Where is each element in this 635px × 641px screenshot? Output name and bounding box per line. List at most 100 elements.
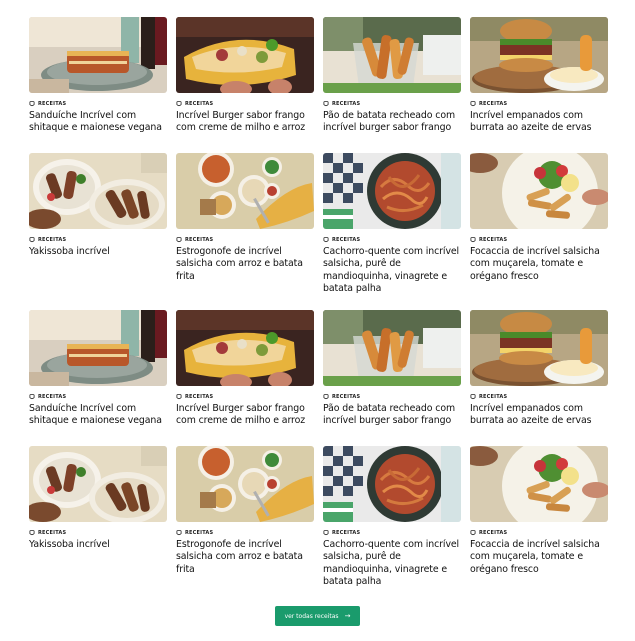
bookmark-tag-icon bbox=[323, 236, 329, 242]
recipe-category: RECEITAS bbox=[176, 99, 314, 108]
stroganoff-table-photo[interactable] bbox=[176, 153, 314, 229]
recipe-card[interactable]: RECEITAS Yakissoba incrível bbox=[29, 446, 167, 603]
potato-bread-photo[interactable] bbox=[323, 17, 461, 93]
bookmark-tag-icon bbox=[176, 236, 182, 242]
recipe-category-label: RECEITAS bbox=[332, 393, 361, 400]
recipe-category: RECEITAS bbox=[470, 99, 608, 108]
see-all-recipes-label: ver todas receitas bbox=[284, 612, 339, 620]
taco-photo[interactable] bbox=[176, 310, 314, 386]
recipe-card[interactable]: RECEITAS Cachorro-quente com incrível sal… bbox=[323, 153, 461, 310]
bookmark-tag-icon bbox=[176, 529, 182, 535]
footer: ver todas receitas → bbox=[0, 606, 635, 626]
bookmark-tag-icon bbox=[323, 529, 329, 535]
recipe-card[interactable]: RECEITAS Yakissoba incrível bbox=[29, 153, 167, 310]
recipe-category: RECEITAS bbox=[470, 392, 608, 401]
recipe-card[interactable]: RECEITAS Incrível empanados com burrata a… bbox=[470, 17, 608, 153]
burger-burrata-photo[interactable] bbox=[470, 310, 608, 386]
recipe-category: RECEITAS bbox=[323, 235, 461, 244]
recipe-category-label: RECEITAS bbox=[479, 529, 508, 536]
recipe-title[interactable]: Incrível Burger sabor frango com creme d… bbox=[176, 403, 314, 428]
recipe-category: RECEITAS bbox=[470, 528, 608, 537]
spaghetti-plate-photo[interactable] bbox=[323, 446, 461, 522]
recipe-title[interactable]: Pão de batata recheado com incrível burg… bbox=[323, 110, 461, 135]
recipe-card[interactable]: RECEITAS Cachorro-quente com incrível sal… bbox=[323, 446, 461, 603]
recipe-category: RECEITAS bbox=[176, 235, 314, 244]
recipe-category: RECEITAS bbox=[323, 528, 461, 537]
recipe-category: RECEITAS bbox=[323, 99, 461, 108]
recipe-title[interactable]: Yakissoba incrível bbox=[29, 246, 167, 258]
recipe-category: RECEITAS bbox=[29, 99, 167, 108]
recipe-category-label: RECEITAS bbox=[38, 393, 67, 400]
recipe-card[interactable]: RECEITAS Pão de batata recheado com incrí… bbox=[323, 310, 461, 446]
recipe-category-label: RECEITAS bbox=[332, 529, 361, 536]
bookmark-tag-icon bbox=[176, 100, 182, 106]
recipe-category-label: RECEITAS bbox=[332, 236, 361, 243]
recipe-category: RECEITAS bbox=[29, 235, 167, 244]
burger-burrata-photo[interactable] bbox=[470, 17, 608, 93]
recipe-title[interactable]: Incrível empanados com burrata ao azeite… bbox=[470, 403, 608, 428]
potato-bread-photo[interactable] bbox=[323, 310, 461, 386]
recipe-grid: RECEITAS Sanduíche Incrível com shitaque … bbox=[29, 17, 608, 603]
recipe-category-label: RECEITAS bbox=[479, 100, 508, 107]
recipe-title[interactable]: Estrogonofe de incrível salsicha com arr… bbox=[176, 246, 314, 283]
recipe-category-label: RECEITAS bbox=[38, 236, 67, 243]
recipe-card[interactable]: RECEITAS Focaccia de incrível salsicha co… bbox=[470, 446, 608, 603]
bookmark-tag-icon bbox=[29, 100, 35, 106]
recipe-category-label: RECEITAS bbox=[332, 100, 361, 107]
recipe-card[interactable]: RECEITAS Focaccia de incrível salsicha co… bbox=[470, 153, 608, 310]
recipe-title[interactable]: Cachorro-quente com incrível salsicha, p… bbox=[323, 246, 461, 296]
recipe-category-label: RECEITAS bbox=[38, 100, 67, 107]
sausage-salad-photo[interactable] bbox=[470, 446, 608, 522]
lasagna-sandwich-photo[interactable] bbox=[29, 17, 167, 93]
recipe-category-label: RECEITAS bbox=[185, 236, 214, 243]
see-all-recipes-button[interactable]: ver todas receitas → bbox=[274, 606, 361, 626]
recipe-category: RECEITAS bbox=[29, 528, 167, 537]
recipe-category-label: RECEITAS bbox=[479, 236, 508, 243]
recipe-card[interactable]: RECEITAS Estrogonofe de incrível salsicha… bbox=[176, 153, 314, 310]
recipe-category-label: RECEITAS bbox=[38, 529, 67, 536]
bookmark-tag-icon bbox=[323, 393, 329, 399]
bookmark-tag-icon bbox=[29, 236, 35, 242]
recipe-title[interactable]: Pão de batata recheado com incrível burg… bbox=[323, 403, 461, 428]
recipe-category: RECEITAS bbox=[470, 235, 608, 244]
stroganoff-table-photo[interactable] bbox=[176, 446, 314, 522]
bookmark-tag-icon bbox=[323, 100, 329, 106]
arrow-right-icon: → bbox=[344, 612, 351, 620]
recipe-card[interactable]: RECEITAS Pão de batata recheado com incrí… bbox=[323, 17, 461, 153]
recipe-title[interactable]: Sanduíche Incrível com shitaque e maione… bbox=[29, 110, 167, 135]
recipe-title[interactable]: Estrogonofe de incrível salsicha com arr… bbox=[176, 539, 314, 576]
yakissoba-plates-photo[interactable] bbox=[29, 153, 167, 229]
recipe-category: RECEITAS bbox=[176, 392, 314, 401]
recipe-category-label: RECEITAS bbox=[479, 393, 508, 400]
recipe-title[interactable]: Yakissoba incrível bbox=[29, 539, 167, 551]
recipe-card[interactable]: RECEITAS Sanduíche Incrível com shitaque … bbox=[29, 17, 167, 153]
recipe-category: RECEITAS bbox=[29, 392, 167, 401]
recipe-title[interactable]: Incrível Burger sabor frango com creme d… bbox=[176, 110, 314, 135]
bookmark-tag-icon bbox=[470, 100, 476, 106]
recipe-card[interactable]: RECEITAS Incrível Burger sabor frango com… bbox=[176, 17, 314, 153]
recipe-title[interactable]: Incrível empanados com burrata ao azeite… bbox=[470, 110, 608, 135]
bookmark-tag-icon bbox=[29, 529, 35, 535]
bookmark-tag-icon bbox=[29, 393, 35, 399]
recipe-card[interactable]: RECEITAS Incrível Burger sabor frango com… bbox=[176, 310, 314, 446]
lasagna-sandwich-photo[interactable] bbox=[29, 310, 167, 386]
sausage-salad-photo[interactable] bbox=[470, 153, 608, 229]
bookmark-tag-icon bbox=[176, 393, 182, 399]
recipe-title[interactable]: Sanduíche Incrível com shitaque e maione… bbox=[29, 403, 167, 428]
recipe-title[interactable]: Focaccia de incrível salsicha com muçare… bbox=[470, 246, 608, 283]
recipe-title[interactable]: Cachorro-quente com incrível salsicha, p… bbox=[323, 539, 461, 589]
bookmark-tag-icon bbox=[470, 393, 476, 399]
taco-photo[interactable] bbox=[176, 17, 314, 93]
recipe-card[interactable]: RECEITAS Estrogonofe de incrível salsicha… bbox=[176, 446, 314, 603]
bookmark-tag-icon bbox=[470, 236, 476, 242]
recipe-category: RECEITAS bbox=[176, 528, 314, 537]
yakissoba-plates-photo[interactable] bbox=[29, 446, 167, 522]
recipe-category-label: RECEITAS bbox=[185, 100, 214, 107]
recipe-card[interactable]: RECEITAS Sanduíche Incrível com shitaque … bbox=[29, 310, 167, 446]
spaghetti-plate-photo[interactable] bbox=[323, 153, 461, 229]
bookmark-tag-icon bbox=[470, 529, 476, 535]
recipe-category-label: RECEITAS bbox=[185, 529, 214, 536]
recipe-category: RECEITAS bbox=[323, 392, 461, 401]
recipe-card[interactable]: RECEITAS Incrível empanados com burrata a… bbox=[470, 310, 608, 446]
recipe-title[interactable]: Focaccia de incrível salsicha com muçare… bbox=[470, 539, 608, 576]
